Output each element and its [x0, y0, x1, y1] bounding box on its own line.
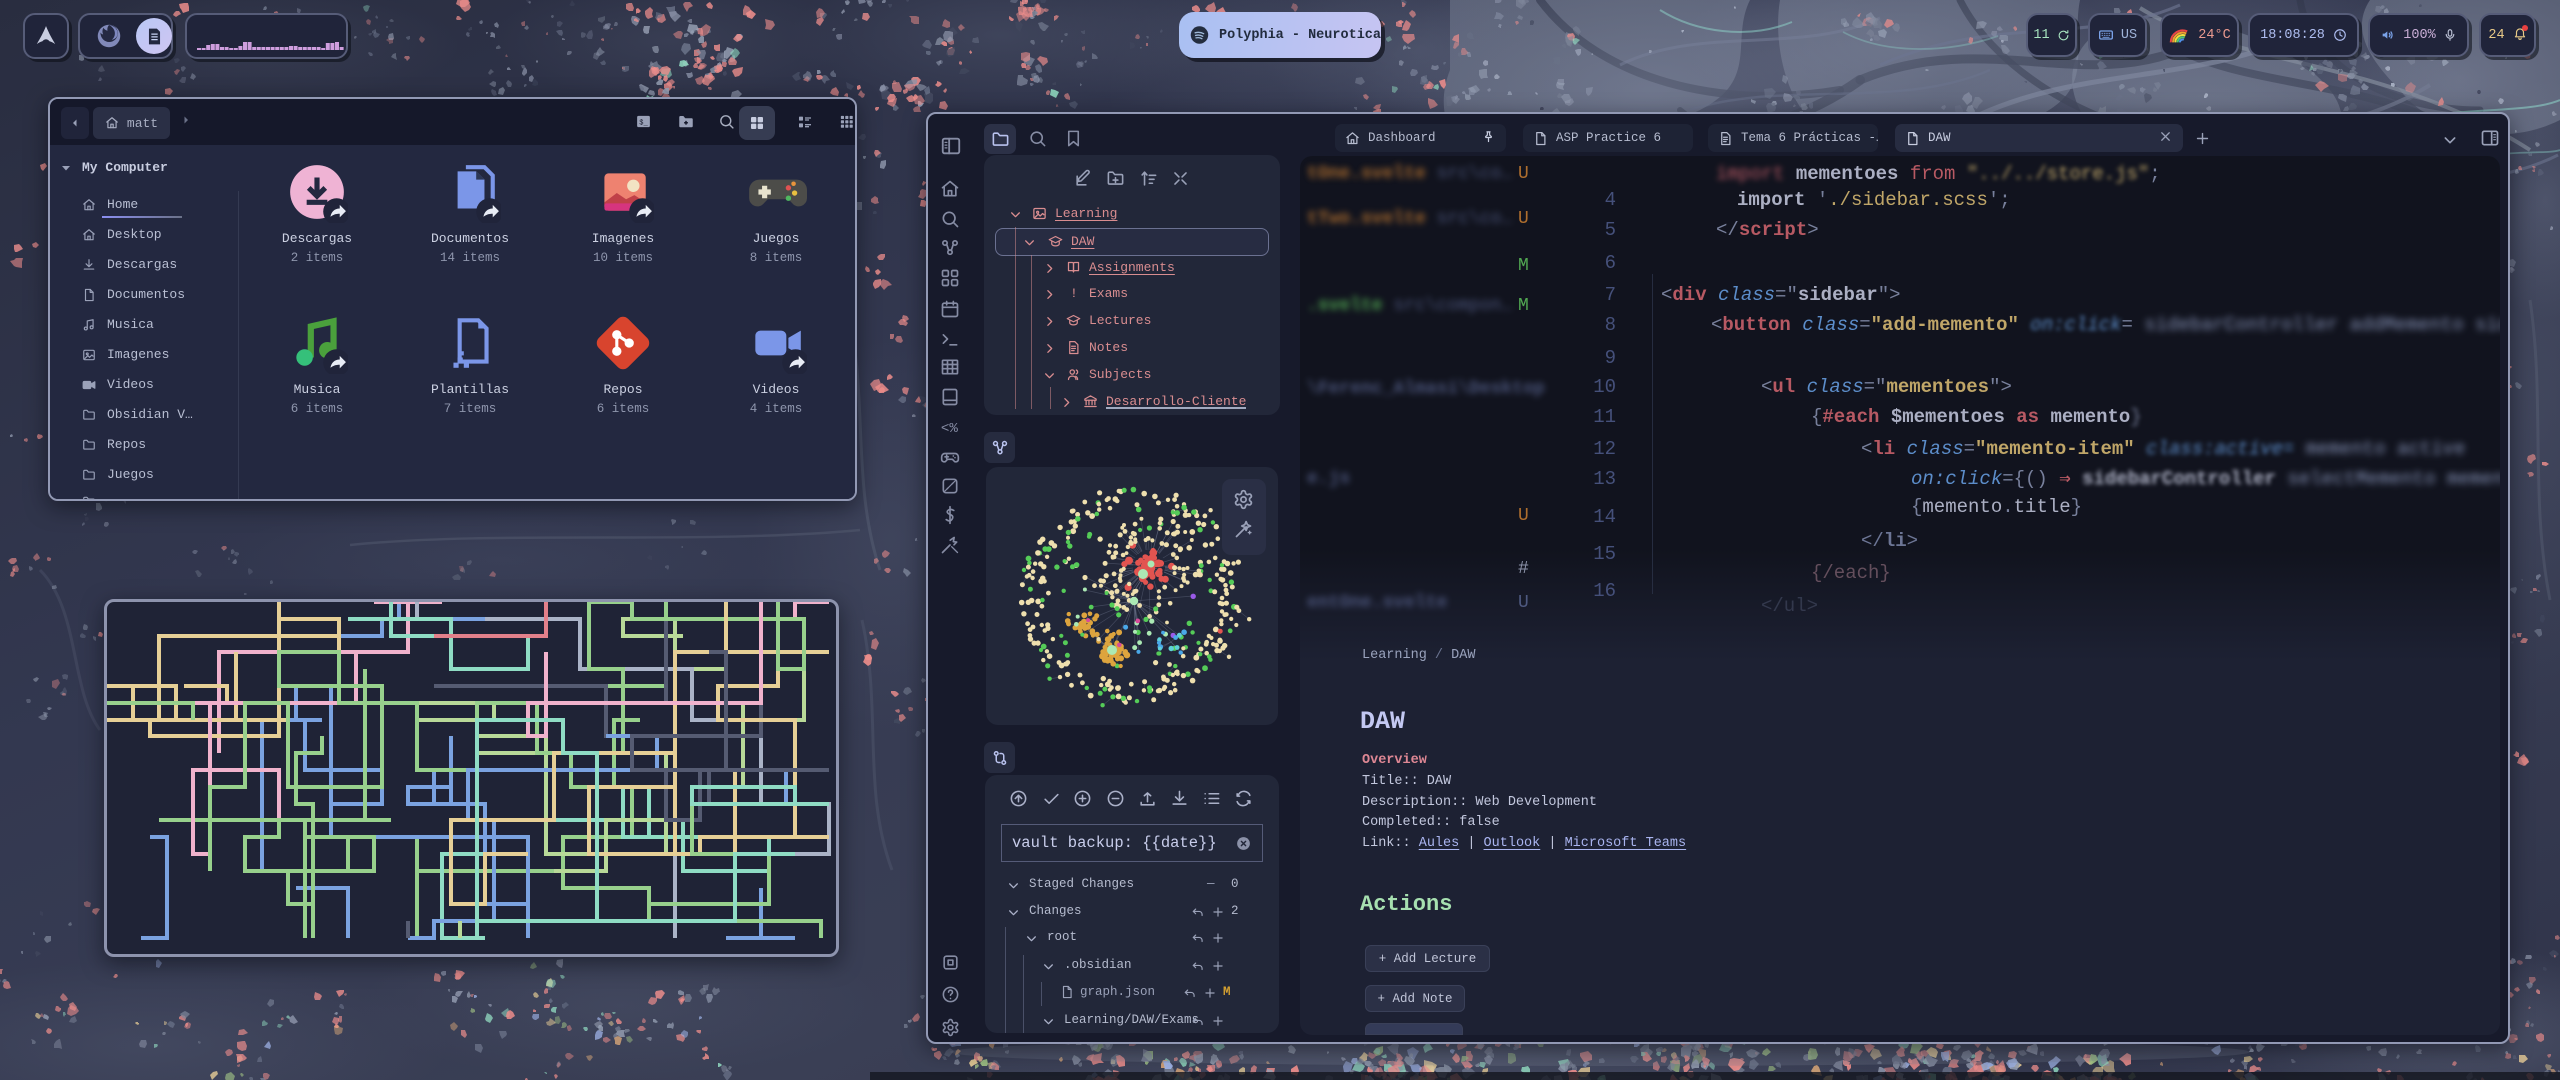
svg-text:<%: <%	[941, 421, 958, 437]
svg-text:$_: $_	[639, 119, 648, 127]
